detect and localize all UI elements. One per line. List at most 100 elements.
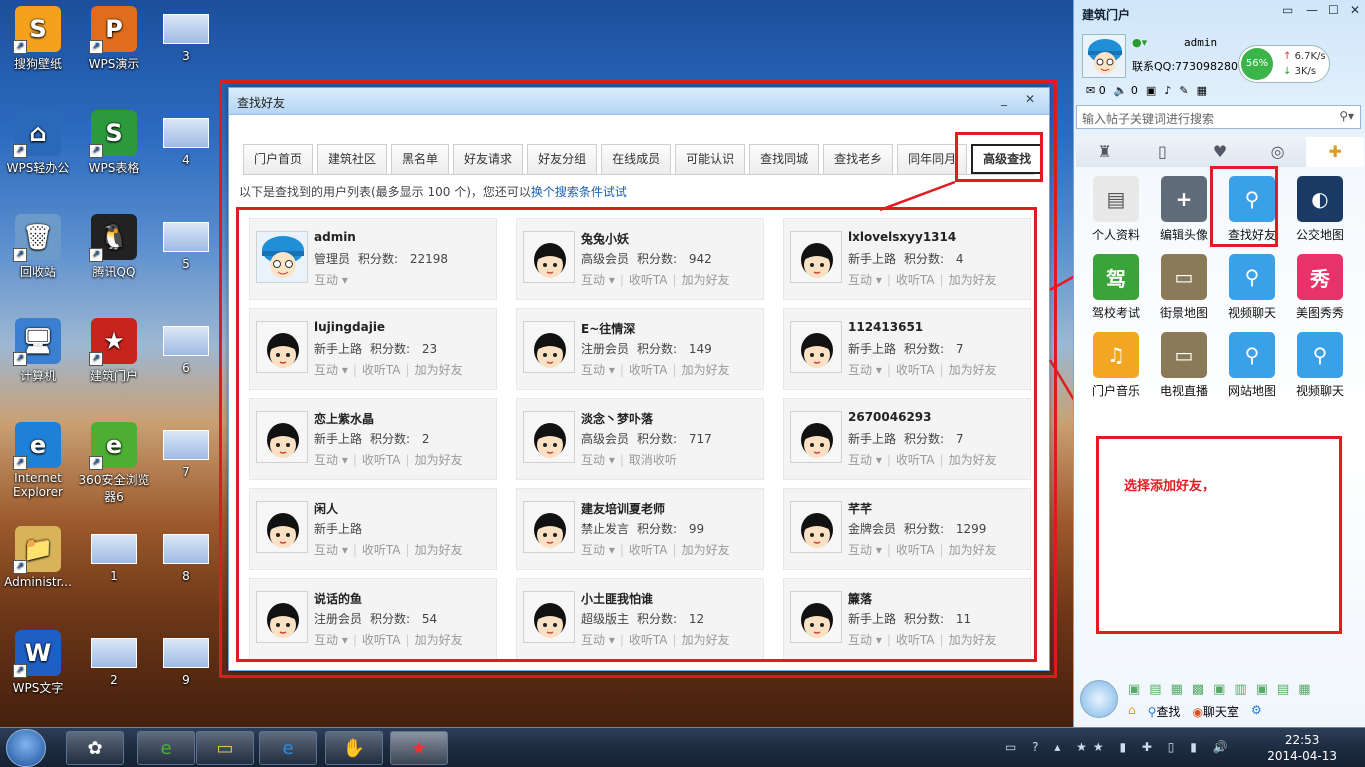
change-search-link[interactable]: 换个搜索条件试试 xyxy=(531,185,627,199)
tab-item[interactable]: 建筑社区 xyxy=(317,144,388,174)
clock-time: 22:53 xyxy=(1284,733,1320,747)
panel-app[interactable]: 驾驾校考试 xyxy=(1084,254,1148,321)
music-icon[interactable]: ♪ xyxy=(1164,84,1171,97)
desktop-icon-label: WPS轻办公 xyxy=(6,161,70,175)
tab-item[interactable]: 可能认识 xyxy=(675,144,746,174)
panel-app[interactable]: ⚲ 视频聊天 xyxy=(1220,254,1284,321)
find-button[interactable]: ⚲查找 xyxy=(1148,703,1181,720)
panel-app[interactable]: ⚲ 视频聊天 xyxy=(1288,332,1352,399)
online-status-icon[interactable]: ●▾ xyxy=(1132,36,1147,49)
desktop-icon[interactable]: 5 xyxy=(148,214,224,271)
tab-item[interactable]: 门户首页 xyxy=(243,144,314,174)
settings-icon[interactable]: ⚙ xyxy=(1251,703,1262,720)
app-icon: ⚲ xyxy=(1297,332,1343,378)
taskbar-portal-icon[interactable]: ★ xyxy=(390,731,448,765)
panel-skin-icon[interactable]: ▭ xyxy=(1282,3,1293,17)
game-icon[interactable]: ▦ xyxy=(1197,84,1207,97)
desktop-icon[interactable]: 3 xyxy=(148,6,224,63)
desktop-icon[interactable]: 🗑 ↗ 回收站 xyxy=(0,214,76,280)
desktop-icon[interactable]: 7 xyxy=(148,422,224,479)
app-icon: e ↗ xyxy=(13,422,61,470)
desktop-icon[interactable]: e ↗ 360安全浏览器6 xyxy=(76,422,152,505)
panel-app[interactable]: ▭ 街景地图 xyxy=(1152,254,1216,321)
taskbar-360-icon[interactable]: e xyxy=(137,731,195,765)
panel-minimize-button[interactable]: — xyxy=(1306,3,1318,17)
panel-app-label: 街景地图 xyxy=(1159,306,1208,320)
taskbar-handshake-icon[interactable]: ✋ xyxy=(325,731,383,765)
desktop-icon[interactable]: P ↗ WPS演示 xyxy=(76,6,152,72)
tab-clipboard-icon[interactable]: ▯ xyxy=(1134,137,1192,167)
taskbar-explorer-icon[interactable]: ▭ xyxy=(196,731,254,765)
tab-heart-icon[interactable]: ♥ xyxy=(1191,137,1249,167)
app-icon: S ↗ xyxy=(13,6,61,54)
window-thumbnail-icon xyxy=(91,534,137,564)
tab-item[interactable]: 在线成员 xyxy=(601,144,672,174)
taskbar-sogou-icon[interactable]: ✿ xyxy=(66,731,124,765)
desktop-icon[interactable]: W ↗ WPS文字 xyxy=(0,630,76,696)
search-icon[interactable]: ⚲▾ xyxy=(1339,109,1354,123)
desktop-icon[interactable]: 2 xyxy=(76,630,152,687)
desktop-icon-label: 4 xyxy=(182,153,190,167)
highlight-frame-app xyxy=(1210,166,1278,247)
desktop-icon[interactable]: 🐧 ↗ 腾讯QQ xyxy=(76,214,152,280)
app-icon: ▭ xyxy=(1161,254,1207,300)
desktop-icon[interactable]: ★ ↗ 建筑门户 xyxy=(76,318,152,384)
desktop-icon[interactable]: 4 xyxy=(148,110,224,167)
tab-item[interactable]: 好友分组 xyxy=(527,144,598,174)
panel-app[interactable]: ◐ 公交地图 xyxy=(1288,176,1352,243)
panel-app-label: 个人资料 xyxy=(1091,228,1140,242)
tab-item[interactable]: 好友请求 xyxy=(453,144,524,174)
tab-item[interactable]: 查找老乡 xyxy=(823,144,894,174)
desktop-icon-label: 8 xyxy=(182,569,190,583)
tray-icons[interactable]: ▭ ? ▴ ★★ ▮ ✚ ▯ ▮ 🔊 xyxy=(1005,740,1234,754)
desktop-icon[interactable]: 1 xyxy=(76,526,152,583)
panel-user-avatar[interactable] xyxy=(1082,34,1126,78)
taskbar-clock[interactable]: 22:53 2014-04-13 xyxy=(1267,732,1337,764)
desktop-icon[interactable]: ⌂ ↗ WPS轻办公 xyxy=(0,110,76,176)
annotation-text: 选择添加好友， xyxy=(1124,479,1216,494)
sound-icon[interactable]: 🔈 0 xyxy=(1114,84,1138,97)
chatroom-button[interactable]: ◉聊天室 xyxy=(1192,703,1239,720)
panel-app-label: 驾校考试 xyxy=(1091,306,1140,320)
photo-icon[interactable]: ▣ xyxy=(1146,84,1156,97)
tab-compass-icon[interactable]: ◎ xyxy=(1249,137,1307,167)
desktop-icon[interactable]: 6 xyxy=(148,318,224,375)
panel-app[interactable]: 秀美图秀秀 xyxy=(1288,254,1352,321)
up-speed: ↑ 6.7K/s xyxy=(1283,51,1326,62)
home-icon[interactable]: ⌂ xyxy=(1128,703,1136,720)
app-icon: ⚲ xyxy=(1229,254,1275,300)
tab-apps-icon[interactable]: ✚ xyxy=(1306,137,1364,167)
tab-item[interactable]: 查找同城 xyxy=(749,144,820,174)
panel-title: 建筑门户 xyxy=(1082,8,1131,22)
start-button[interactable] xyxy=(6,729,46,767)
desktop-icon[interactable]: e ↗ Internet Explorer xyxy=(0,422,76,499)
dropbox-icon[interactable] xyxy=(1080,680,1118,718)
panel-maximize-button[interactable]: ☐ xyxy=(1328,3,1339,17)
tab-users-icon[interactable]: ♜ xyxy=(1076,137,1134,167)
minimize-button[interactable]: _ xyxy=(993,92,1015,108)
search-placeholder: 输入帖子关键词进行搜索 xyxy=(1082,112,1215,126)
panel-close-button[interactable]: ✕ xyxy=(1350,3,1360,17)
network-monitor: 56% ↑ 6.7K/s ↓ 3K/s xyxy=(1238,45,1330,83)
down-speed: ↓ 3K/s xyxy=(1283,66,1317,77)
desktop-icon[interactable]: 📁 ↗ Administr... xyxy=(0,526,76,589)
panel-app[interactable]: ♫ 门户音乐 xyxy=(1084,332,1148,399)
desktop-icon[interactable]: 9 xyxy=(148,630,224,687)
desktop-icon[interactable]: 🖥 ↗ 计算机 xyxy=(0,318,76,384)
panel-search-input[interactable]: 输入帖子关键词进行搜索 ⚲▾ xyxy=(1076,105,1361,129)
note-icon[interactable]: ✎ xyxy=(1179,84,1188,97)
tab-item[interactable]: 黑名单 xyxy=(391,144,450,174)
panel-app[interactable]: ⚲ 网站地图 xyxy=(1220,332,1284,399)
app-icon: 🗑 ↗ xyxy=(13,214,61,262)
desktop-icon[interactable]: S ↗ 搜狗壁纸 xyxy=(0,6,76,72)
desktop-icon-label: 7 xyxy=(182,465,190,479)
close-button[interactable]: ✕ xyxy=(1019,92,1041,108)
panel-app[interactable]: + 编辑头像 xyxy=(1152,176,1216,243)
desktop-icon[interactable]: 8 xyxy=(148,526,224,583)
panel-app[interactable]: ▭ 电视直播 xyxy=(1152,332,1216,399)
panel-app[interactable]: ▤ 个人资料 xyxy=(1084,176,1148,243)
desktop-icon[interactable]: S ↗ WPS表格 xyxy=(76,110,152,176)
app-icon: S ↗ xyxy=(89,110,137,158)
taskbar-ie-icon[interactable]: e xyxy=(259,731,317,765)
mail-icon[interactable]: ✉ 0 xyxy=(1086,84,1106,97)
